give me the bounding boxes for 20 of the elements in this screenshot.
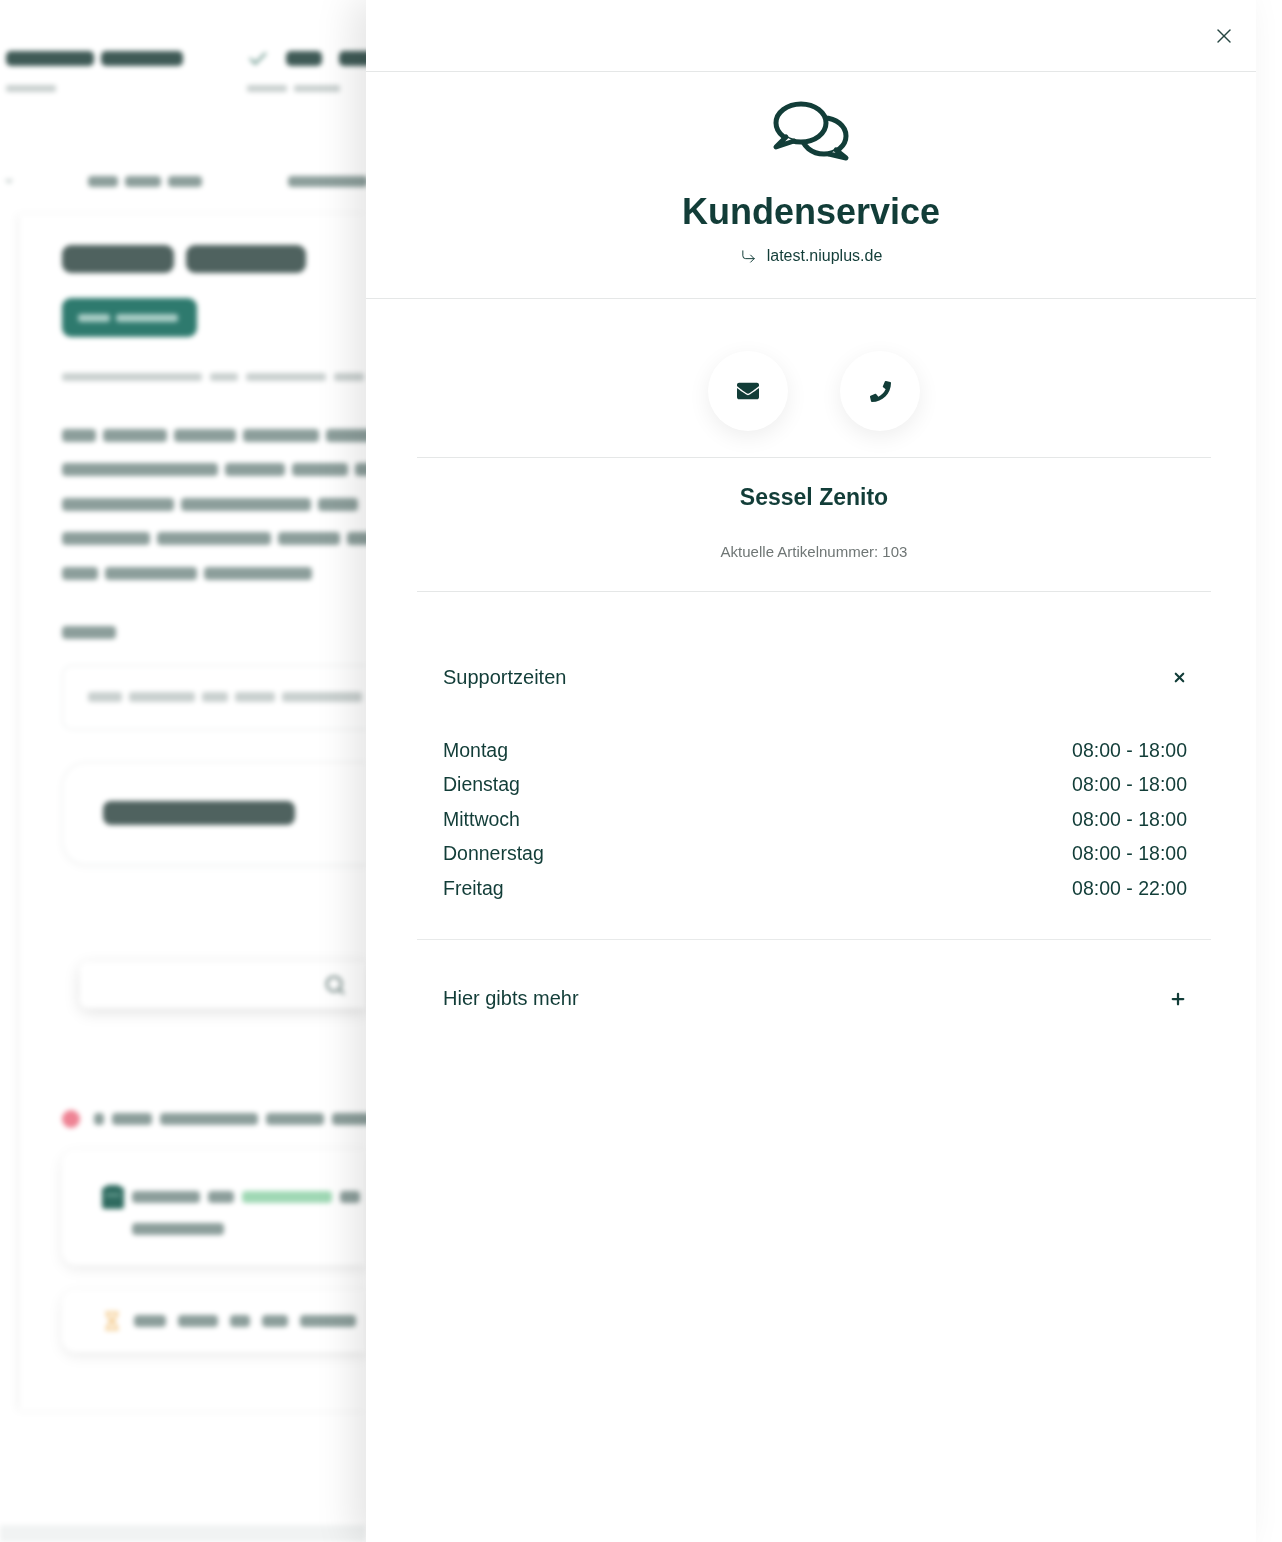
chat-bubbles-icon	[772, 101, 850, 161]
accordion-header[interactable]: Supportzeiten	[443, 657, 1187, 697]
opening-hours: 08:00 - 18:00	[1072, 773, 1187, 797]
opening-hours: 08:00 - 18:00	[1072, 738, 1187, 762]
product-name: Sessel Zenito	[739, 483, 889, 512]
weekday-label: Mittwoch	[443, 807, 520, 831]
corner-arrow-icon	[739, 247, 757, 265]
weekday-label: Donnerstag	[443, 842, 544, 866]
weekday-label: Montag	[443, 738, 509, 762]
article-number: Aktuelle Artikelnummer: 103	[720, 543, 908, 561]
drawer-title: Kundenservice	[681, 190, 941, 234]
accordion-header[interactable]: Hier gibts mehr	[443, 978, 1187, 1019]
website-link[interactable]: latest.niuplus.de	[739, 246, 883, 266]
weekday-label: Dienstag	[443, 773, 520, 797]
phone-icon	[869, 380, 891, 402]
envelope-icon	[737, 380, 759, 402]
opening-hours: 08:00 - 18:00	[1072, 842, 1187, 866]
opening-hours: 08:00 - 18:00	[1072, 807, 1187, 831]
opening-hours: 08:00 - 22:00	[1072, 876, 1187, 900]
weekday-label: Freitag	[443, 876, 504, 900]
